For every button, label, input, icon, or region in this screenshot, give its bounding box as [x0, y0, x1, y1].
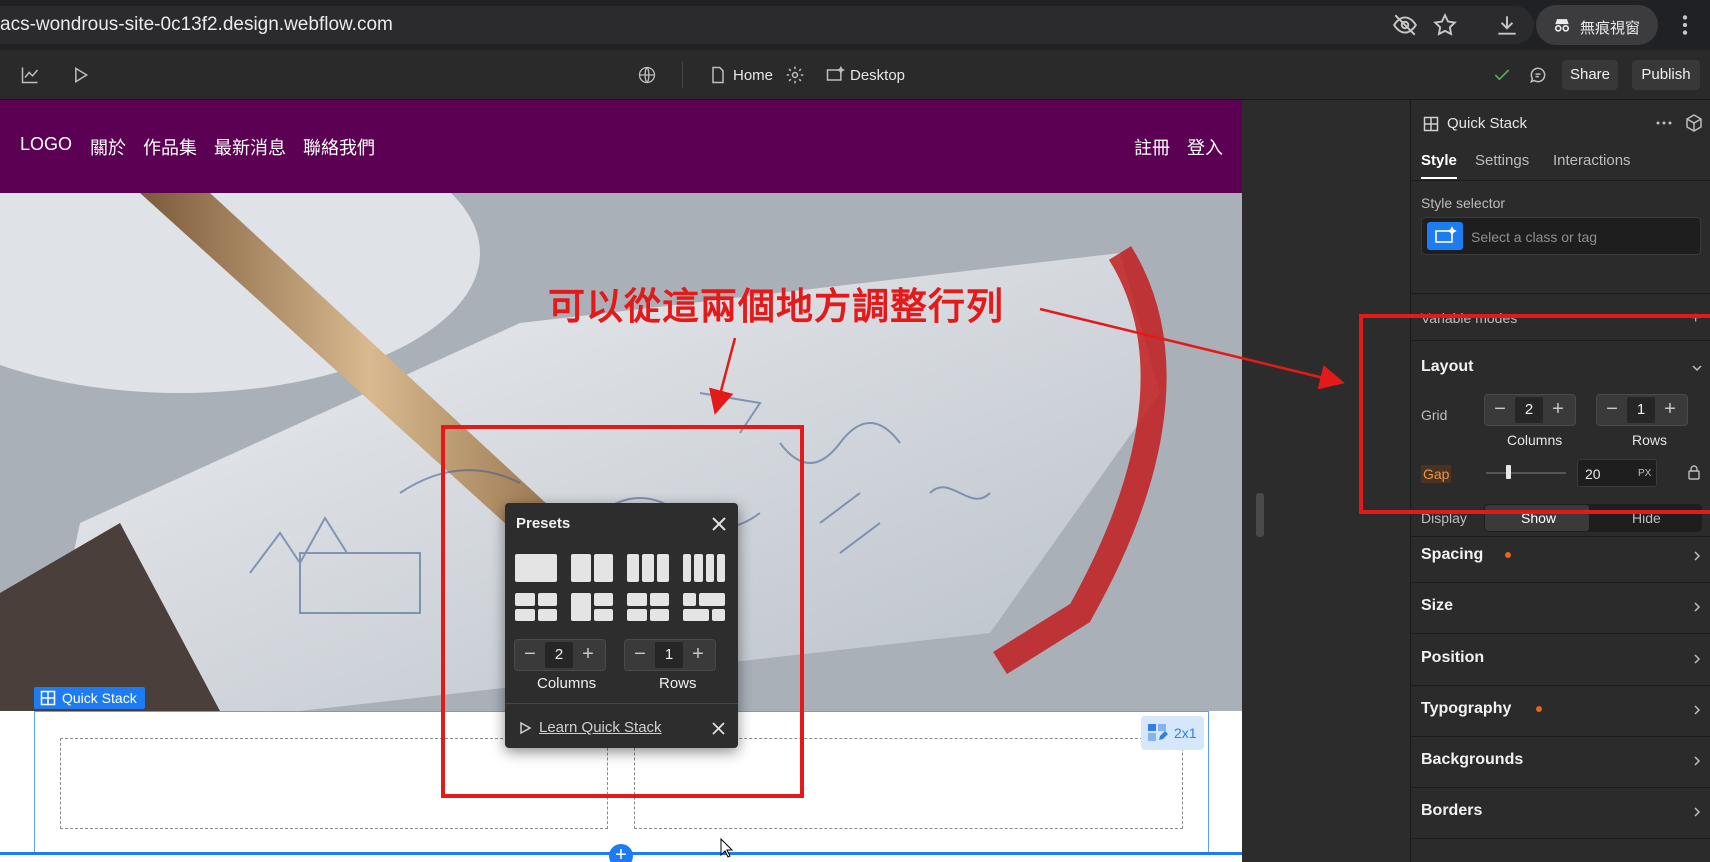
annotation-arrows — [709, 307, 1345, 415]
annotation-arrow-down — [709, 337, 737, 415]
annotation-arrow-right — [1039, 307, 1345, 390]
